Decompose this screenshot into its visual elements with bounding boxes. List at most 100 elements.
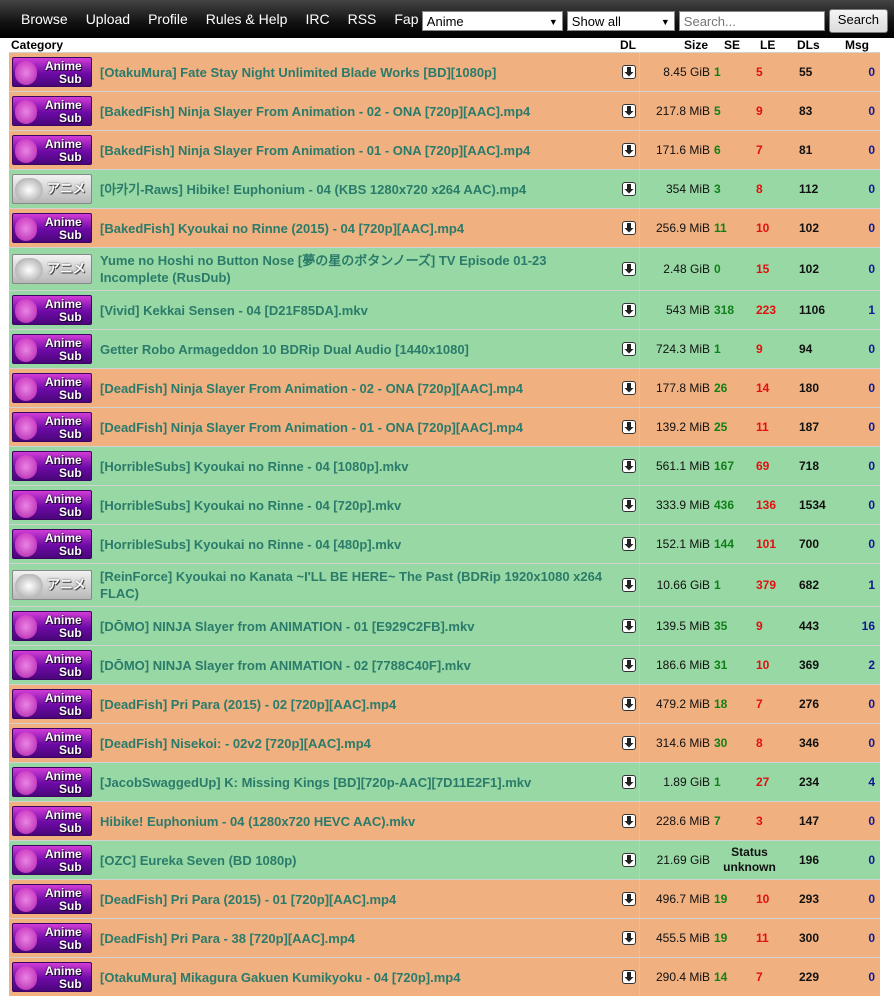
torrent-name-link[interactable]: [DeadFish] Pri Para - 38 [720p][AAC].mp4 — [97, 930, 618, 947]
anime-sub-category-badge[interactable]: Anime Sub — [12, 57, 92, 87]
torrent-name-link[interactable]: [DŌMO] NINJA Slayer from ANIMATION - 01 … — [97, 618, 618, 635]
download-icon[interactable] — [621, 303, 636, 317]
download-icon[interactable] — [621, 420, 636, 434]
anime-sub-category-badge[interactable]: Anime Sub — [12, 728, 92, 758]
anime-sub-category-badge[interactable]: Anime Sub — [12, 295, 92, 325]
anime-sub-category-badge[interactable]: Anime Sub — [12, 451, 92, 481]
messages-count[interactable]: 0 — [829, 143, 879, 157]
anime-sub-category-badge[interactable]: Anime Sub — [12, 689, 92, 719]
messages-count[interactable]: 0 — [829, 498, 879, 512]
download-icon[interactable] — [621, 970, 636, 984]
status-select[interactable]: Show all ▼ — [566, 11, 675, 31]
torrent-name-link[interactable]: [HorribleSubs] Kyoukai no Rinne - 04 [72… — [97, 497, 618, 514]
download-icon[interactable] — [621, 775, 636, 789]
download-icon[interactable] — [621, 221, 636, 235]
messages-count[interactable]: 0 — [829, 65, 879, 79]
anime-sub-category-badge[interactable]: Anime Sub — [12, 135, 92, 165]
download-icon[interactable] — [621, 578, 636, 592]
header-messages[interactable]: Msg — [827, 38, 877, 52]
torrent-name-link[interactable]: [아카기-Raws] Hibike! Euphonium - 04 (KBS 1… — [97, 181, 618, 198]
messages-count[interactable]: 16 — [829, 619, 879, 633]
torrent-name-link[interactable]: [OtakuMura] Mikagura Gakuen Kumikyoku - … — [97, 969, 618, 986]
torrent-name-link[interactable]: [OtakuMura] Fate Stay Night Unlimited Bl… — [97, 64, 618, 81]
nav-upload[interactable]: Upload — [86, 11, 130, 27]
torrent-name-link[interactable]: [OZC] Eureka Seven (BD 1080p) — [97, 852, 618, 869]
messages-count[interactable]: 0 — [829, 182, 879, 196]
messages-count[interactable]: 0 — [829, 736, 879, 750]
anime-sub-category-badge[interactable]: Anime Sub — [12, 490, 92, 520]
download-icon[interactable] — [621, 619, 636, 633]
anime-sub-category-badge[interactable]: Anime Sub — [12, 96, 92, 126]
messages-count[interactable]: 0 — [829, 420, 879, 434]
anime-sub-category-badge[interactable]: Anime Sub — [12, 923, 92, 953]
nav-irc[interactable]: IRC — [305, 11, 329, 27]
torrent-name-link[interactable]: [Vivid] Kekkai Sensen - 04 [D21F85DA].mk… — [97, 302, 618, 319]
nav-fap[interactable]: Fap — [394, 11, 418, 27]
torrent-name-link[interactable]: [ReinForce] Kyoukai no Kanata ~I'LL BE H… — [97, 568, 618, 602]
messages-count[interactable]: 0 — [829, 262, 879, 276]
anime-sub-category-badge[interactable]: Anime Sub — [12, 767, 92, 797]
anime-sub-category-badge[interactable]: Anime Sub — [12, 806, 92, 836]
torrent-name-link[interactable]: [DeadFish] Pri Para (2015) - 02 [720p][A… — [97, 696, 618, 713]
nav-rules-help[interactable]: Rules & Help — [206, 11, 288, 27]
download-icon[interactable] — [621, 498, 636, 512]
anime-sub-category-badge[interactable]: Anime Sub — [12, 650, 92, 680]
torrent-name-link[interactable]: [BakedFish] Kyoukai no Rinne (2015) - 04… — [97, 220, 618, 237]
download-icon[interactable] — [621, 892, 636, 906]
torrent-name-link[interactable]: [DeadFish] Nisekoi: - 02v2 [720p][AAC].m… — [97, 735, 618, 752]
anime-sub-category-badge[interactable]: Anime Sub — [12, 845, 92, 875]
messages-count[interactable]: 0 — [829, 381, 879, 395]
download-icon[interactable] — [621, 814, 636, 828]
nav-profile[interactable]: Profile — [148, 11, 188, 27]
header-category[interactable]: Category — [9, 38, 99, 52]
category-select[interactable]: Anime ▼ — [421, 11, 563, 31]
download-icon[interactable] — [621, 104, 636, 118]
messages-count[interactable]: 4 — [829, 775, 879, 789]
messages-count[interactable]: 0 — [829, 853, 879, 867]
anime-raw-category-badge[interactable]: アニメ — [12, 570, 92, 600]
anime-sub-category-badge[interactable]: Anime Sub — [12, 962, 92, 992]
torrent-name-link[interactable]: [DeadFish] Ninja Slayer From Animation -… — [97, 419, 618, 436]
messages-count[interactable]: 0 — [829, 537, 879, 551]
anime-raw-category-badge[interactable]: アニメ — [12, 254, 92, 284]
anime-sub-category-badge[interactable]: Anime Sub — [12, 334, 92, 364]
torrent-name-link[interactable]: [BakedFish] Ninja Slayer From Animation … — [97, 142, 618, 159]
nav-rss[interactable]: RSS — [348, 11, 377, 27]
download-icon[interactable] — [621, 537, 636, 551]
header-leechers[interactable]: LE — [746, 38, 787, 52]
torrent-name-link[interactable]: [JacobSwaggedUp] K: Missing Kings [BD][7… — [97, 774, 618, 791]
torrent-name-link[interactable]: [DŌMO] NINJA Slayer from ANIMATION - 02 … — [97, 657, 618, 674]
torrent-name-link[interactable]: Yume no Hoshi no Button Nose [夢の星のボタンノーズ… — [97, 252, 618, 286]
search-input[interactable] — [678, 11, 825, 31]
download-icon[interactable] — [621, 459, 636, 473]
torrent-name-link[interactable]: Getter Robo Armageddon 10 BDRip Dual Aud… — [97, 341, 618, 358]
download-icon[interactable] — [621, 342, 636, 356]
messages-count[interactable]: 0 — [829, 221, 879, 235]
torrent-name-link[interactable]: [HorribleSubs] Kyoukai no Rinne - 04 [10… — [97, 458, 618, 475]
messages-count[interactable]: 0 — [829, 970, 879, 984]
search-button[interactable]: Search — [828, 9, 888, 33]
header-size[interactable]: Size — [641, 38, 708, 52]
download-icon[interactable] — [621, 931, 636, 945]
download-icon[interactable] — [621, 697, 636, 711]
header-downloads[interactable]: DLs — [787, 38, 827, 52]
messages-count[interactable]: 0 — [829, 931, 879, 945]
messages-count[interactable]: 1 — [829, 578, 879, 592]
messages-count[interactable]: 0 — [829, 342, 879, 356]
download-icon[interactable] — [621, 381, 636, 395]
anime-sub-category-badge[interactable]: Anime Sub — [12, 884, 92, 914]
messages-count[interactable]: 0 — [829, 104, 879, 118]
torrent-name-link[interactable]: [DeadFish] Pri Para (2015) - 01 [720p][A… — [97, 891, 618, 908]
messages-count[interactable]: 0 — [829, 697, 879, 711]
download-icon[interactable] — [621, 262, 636, 276]
torrent-name-link[interactable]: Hibike! Euphonium - 04 (1280x720 HEVC AA… — [97, 813, 618, 830]
messages-count[interactable]: 0 — [829, 892, 879, 906]
messages-count[interactable]: 1 — [829, 303, 879, 317]
torrent-name-link[interactable]: [HorribleSubs] Kyoukai no Rinne - 04 [48… — [97, 536, 618, 553]
anime-sub-category-badge[interactable]: Anime Sub — [12, 529, 92, 559]
messages-count[interactable]: 0 — [829, 459, 879, 473]
anime-sub-category-badge[interactable]: Anime Sub — [12, 373, 92, 403]
messages-count[interactable]: 0 — [829, 814, 879, 828]
torrent-name-link[interactable]: [DeadFish] Ninja Slayer From Animation -… — [97, 380, 618, 397]
download-icon[interactable] — [621, 182, 636, 196]
